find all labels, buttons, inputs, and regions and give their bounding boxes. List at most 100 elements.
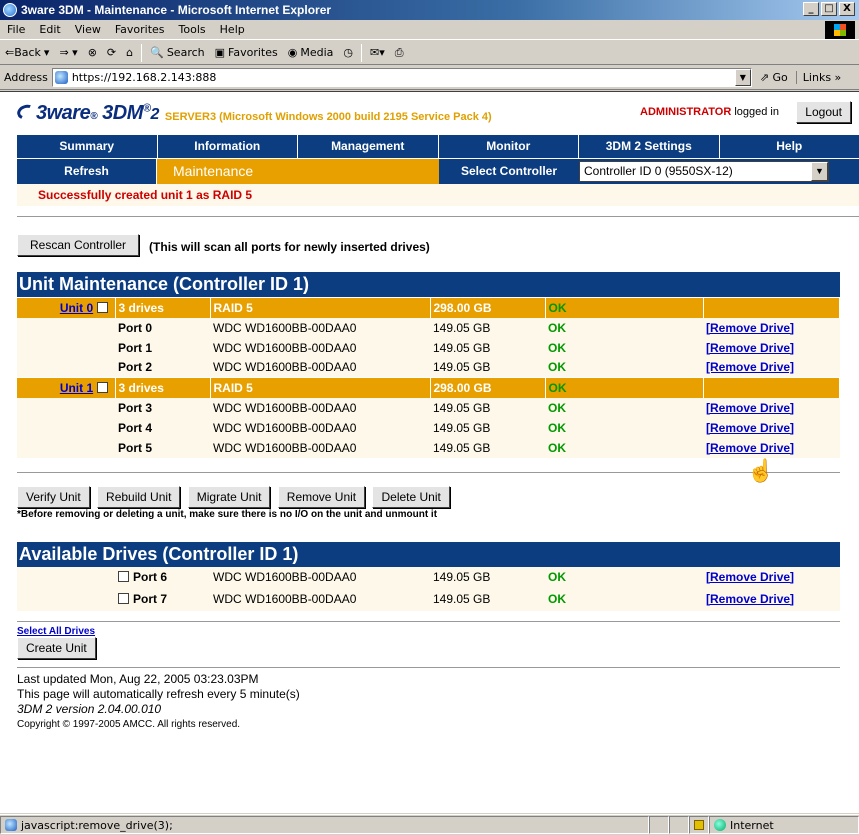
create-unit-button[interactable]: Create Unit [17, 636, 96, 659]
table-row: Port 6 WDC WD1600BB-00DAA0 149.05 GB OK … [17, 566, 840, 587]
page-icon [5, 819, 17, 831]
address-label: Address [4, 71, 48, 84]
table-row: Port 7 WDC WD1600BB-00DAA0 149.05 GB OK … [17, 586, 840, 611]
refresh-icon[interactable]: ⟳ [102, 46, 121, 59]
remove-drive-link[interactable]: [Remove Drive] [706, 360, 794, 374]
nav-information[interactable]: Information [158, 135, 298, 158]
page-footer: Last updated Mon, Aug 22, 2005 03:23.03P… [17, 666, 840, 732]
menu-file[interactable]: File [0, 23, 32, 36]
remove-drive-link[interactable]: [Remove Drive] [706, 341, 794, 355]
chevron-down-icon[interactable]: ▼ [811, 162, 828, 181]
menu-tools[interactable]: Tools [172, 23, 213, 36]
status-text: javascript:remove_drive(3); [21, 818, 173, 832]
minimize-button[interactable]: _ [803, 2, 819, 16]
brand-header: 3ware® 3DM®2 SERVER3 (Microsoft Windows … [15, 92, 859, 125]
menu-edit[interactable]: Edit [32, 23, 67, 36]
unit-1-checkbox[interactable] [96, 381, 108, 393]
links-button[interactable]: Links » [795, 71, 841, 84]
available-drives-header: Available Drives (Controller ID 1) [17, 541, 840, 567]
remove-unit-button[interactable]: Remove Unit [277, 485, 366, 508]
menu-help[interactable]: Help [213, 23, 252, 36]
go-button[interactable]: ⇗ Go [752, 71, 796, 84]
nav-management[interactable]: Management [298, 135, 439, 158]
table-row: Port 4 WDC WD1600BB-00DAA0 149.05 GB OK … [17, 417, 840, 438]
zone-indicator: Internet [709, 816, 859, 834]
available-drives-table: Port 6 WDC WD1600BB-00DAA0 149.05 GB OK … [17, 566, 840, 611]
main-nav: Summary Information Management Monitor 3… [17, 135, 859, 158]
unit-0-link[interactable]: Unit 0 [60, 301, 93, 315]
rebuild-unit-button[interactable]: Rebuild Unit [97, 485, 181, 508]
migrate-unit-button[interactable]: Migrate Unit [187, 485, 271, 508]
table-row: Port 0 WDC WD1600BB-00DAA0 149.05 GB OK … [17, 317, 840, 338]
unit-row: Unit 1 3 drives RAID 5 298.00 GB OK [17, 377, 840, 398]
verify-unit-button[interactable]: Verify Unit [17, 485, 90, 508]
remove-drive-link[interactable]: [Remove Drive] [706, 592, 794, 606]
nav-help[interactable]: Help [720, 135, 859, 158]
hand-cursor-icon: ☝ [747, 458, 775, 483]
unit-table: Unit 0 3 drives RAID 5 298.00 GB OK Port… [17, 297, 840, 458]
browser-toolbar: ⇐Back ▾ ⇒ ▾ ⊗ ⟳ ⌂ 🔍 Search ▣ Favorites ◉ Me… [0, 41, 859, 65]
favorites-button[interactable]: ▣ Favorites [210, 46, 283, 59]
address-input[interactable]: https://192.168.2.143:888 ▼ [51, 68, 752, 87]
search-icon: 🔍 [150, 46, 164, 59]
home-icon[interactable]: ⌂ [121, 46, 138, 59]
title-bar: 3ware 3DM - Maintenance - Microsoft Inte… [0, 0, 859, 20]
remove-drive-link[interactable]: [Remove Drive] [706, 570, 794, 584]
refresh-note: This page will automatically refresh eve… [17, 686, 300, 701]
select-all-drives-link[interactable]: Select All Drives [17, 626, 840, 637]
nav-summary[interactable]: Summary [17, 135, 158, 158]
stop-icon[interactable]: ⊗ [83, 46, 102, 59]
address-dropdown-icon[interactable]: ▼ [734, 69, 751, 86]
refresh-link[interactable]: Refresh [17, 159, 157, 184]
controller-select[interactable]: Controller ID 0 (9550SX-12) ▼ [579, 161, 829, 182]
menu-bar: File Edit View Favorites Tools Help [0, 20, 859, 40]
history-icon[interactable]: ◷ [338, 46, 358, 59]
sub-nav: Refresh Maintenance Select Controller Co… [17, 158, 859, 184]
unit-1-link[interactable]: Unit 1 [60, 381, 93, 395]
status-message: Successfully created unit 1 as RAID 5 [17, 184, 859, 206]
current-page-title: Maintenance [157, 159, 439, 184]
nav-3dm-settings[interactable]: 3DM 2 Settings [579, 135, 720, 158]
delete-unit-button[interactable]: Delete Unit [372, 485, 450, 508]
remove-drive-link[interactable]: [Remove Drive] [706, 401, 794, 415]
close-button[interactable]: X [839, 2, 855, 16]
rescan-section: Rescan Controller (This will scan all po… [17, 234, 859, 256]
logout-button[interactable]: Logout [796, 101, 851, 123]
mail-icon[interactable]: ✉▾ [365, 46, 390, 59]
print-icon[interactable]: ⎙ [390, 46, 409, 60]
favorites-icon: ▣ [214, 46, 226, 59]
back-button[interactable]: ⇐Back ▾ [0, 46, 54, 59]
nav-monitor[interactable]: Monitor [439, 135, 579, 158]
windows-logo-icon [825, 21, 855, 39]
rescan-note: (This will scan all ports for newly inse… [149, 240, 430, 254]
unit-maintenance-header: Unit Maintenance (Controller ID 1) [17, 272, 840, 297]
search-button[interactable]: 🔍 Search [145, 46, 210, 59]
unit-warning: *Before removing or deleting a unit, mak… [17, 508, 438, 520]
forward-button[interactable]: ⇒ ▾ [54, 46, 82, 59]
table-row: Port 5 WDC WD1600BB-00DAA0 149.05 GB OK … [17, 437, 840, 458]
unit-row: Unit 0 3 drives RAID 5 298.00 GB OK [17, 297, 840, 318]
3ware-logo: 3ware® 3DM®2 [15, 102, 159, 125]
remove-drive-link[interactable]: [Remove Drive] [706, 421, 794, 435]
table-row: Port 2 WDC WD1600BB-00DAA0 149.05 GB OK … [17, 357, 840, 378]
port-7-checkbox[interactable] [118, 592, 129, 604]
unit-0-checkbox[interactable] [96, 301, 108, 313]
last-updated: Last updated Mon, Aug 22, 2005 03:23.03P… [17, 671, 259, 686]
address-bar: Address https://192.168.2.143:888 ▼ ⇗ Go… [0, 66, 859, 90]
server-name: SERVER3 (Microsoft Windows 2000 build 21… [164, 110, 492, 123]
globe-icon [714, 819, 726, 831]
page-icon [54, 71, 68, 84]
port-6-checkbox[interactable] [118, 570, 129, 582]
maximize-button[interactable]: □ [821, 2, 837, 16]
menu-view[interactable]: View [68, 23, 108, 36]
media-button[interactable]: ◉ Media [283, 46, 339, 59]
rescan-controller-button[interactable]: Rescan Controller [17, 234, 140, 256]
remove-drive-link[interactable]: [Remove Drive] [706, 441, 794, 455]
unit-actions: Verify Unit Rebuild Unit Migrate Unit Re… [17, 471, 840, 520]
copyright-text: Copyright © 1997-2005 AMCC. All rights r… [17, 718, 241, 730]
remove-drive-link[interactable]: [Remove Drive] [706, 321, 794, 335]
window-title: 3ware 3DM - Maintenance - Microsoft Inte… [21, 3, 332, 17]
media-icon: ◉ [287, 46, 298, 59]
select-controller-label: Select Controller [460, 164, 558, 178]
menu-favorites[interactable]: Favorites [108, 23, 172, 36]
